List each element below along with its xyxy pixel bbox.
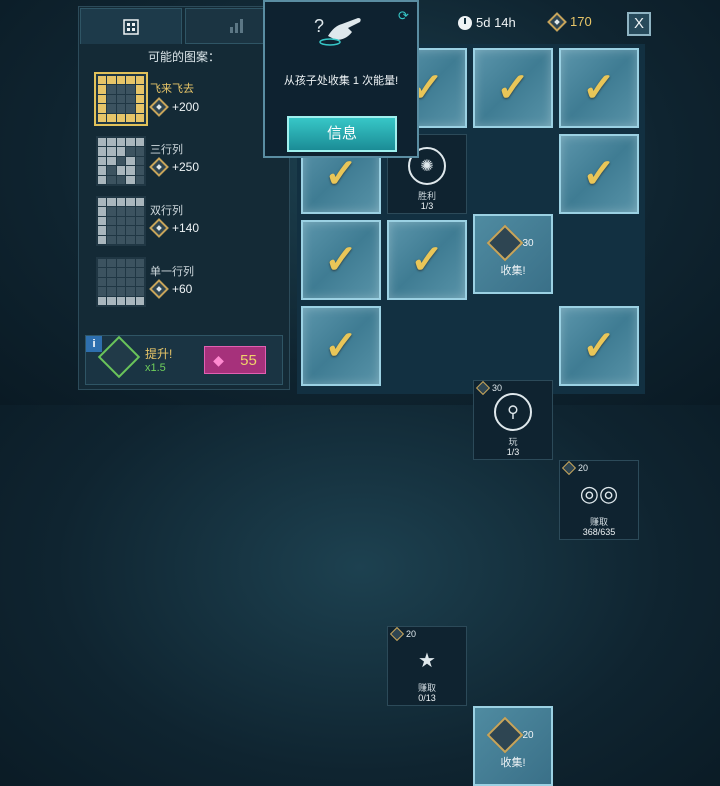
energy-diamond-icon (149, 279, 169, 299)
pattern-grid-one-row[interactable] (96, 257, 146, 307)
info-icon[interactable]: i (86, 336, 102, 352)
collect-label: 收集! (500, 265, 526, 277)
hand-tap-icon: ? (314, 16, 361, 46)
refresh-icon[interactable]: ⟳ (398, 8, 409, 24)
close-button[interactable]: X (627, 12, 651, 36)
patterns-title: 可能的图案： (147, 50, 220, 64)
pattern-grid-two-rows[interactable] (96, 196, 146, 246)
boost-title: 提升! (145, 347, 173, 361)
pattern-grid-three-rows[interactable] (96, 136, 146, 186)
pattern-reward: +140 (149, 218, 199, 238)
checkmark-icon: ✓ (324, 238, 358, 282)
svg-text:?: ? (314, 16, 324, 36)
collect-value: 30 (522, 237, 534, 249)
task-label: 胜利 (417, 191, 436, 201)
checkmark-icon: ✓ (582, 152, 616, 196)
board-cell-completed: ✓ (559, 134, 639, 214)
collect-value: 20 (522, 729, 534, 741)
play-machine-icon: ⚲ (494, 393, 532, 431)
pattern-reward: +250 (149, 157, 199, 177)
pattern-grid-fly[interactable] (94, 72, 148, 126)
pattern-name: 单一行列 (150, 266, 194, 278)
gem-boost-button[interactable]: ◆ 55 (204, 346, 266, 374)
task-progress: 1/3 (506, 447, 520, 457)
pattern-name: 双行列 (150, 205, 183, 217)
task-label: 赚取 (589, 517, 608, 527)
energy-diamond-icon (149, 157, 169, 177)
energy-diamond-icon (487, 224, 524, 262)
board-cell-completed: ✓ (301, 220, 381, 300)
board-cell-completed: ✓ (473, 48, 553, 128)
task-label: 赚取 (417, 683, 436, 693)
checkmark-icon: ✓ (324, 324, 358, 368)
pattern-reward: +60 (149, 279, 192, 299)
board-cell-completed: ✓ (559, 48, 639, 128)
board-cell-task[interactable]: 30 ⚲ 玩 1/3 (473, 380, 553, 460)
event-timer: 5d 14h (458, 15, 516, 30)
energy-diamond-icon (149, 97, 169, 117)
board-cell-task[interactable]: 20 ★ 赚取 0/13 (387, 626, 467, 706)
tab-patterns[interactable] (80, 8, 182, 44)
bar-chart-icon (229, 19, 243, 33)
clock-icon (458, 15, 472, 30)
board-cell-collect[interactable]: 30 收集! (473, 214, 553, 294)
pattern-name: 飞来飞去 (150, 83, 194, 95)
task-cost: 20 (561, 460, 588, 476)
board-cell-collect[interactable]: 20 收集! (473, 706, 553, 786)
task-label: 玩 (508, 437, 518, 447)
task-progress: 1/3 (420, 201, 434, 211)
board-cell-completed: ✓ (301, 306, 381, 386)
checkmark-icon: ✓ (582, 324, 616, 368)
board-cell-completed: ✓ (559, 306, 639, 386)
boost-multiplier: x1.5 (145, 362, 166, 374)
energy-diamond-icon (149, 218, 169, 238)
energy-diamond-icon (487, 716, 524, 754)
task-progress: 0/13 (418, 693, 436, 703)
board-cell-completed: ✓ (387, 220, 467, 300)
dice-pattern-icon (123, 18, 139, 35)
energy-counter: 170 (547, 11, 592, 32)
checkmark-icon: ✓ (410, 238, 444, 282)
collect-label: 收集! (500, 757, 526, 769)
task-cost: 20 (389, 626, 416, 642)
board-cell-task[interactable]: 20 ◎◎ 赚取 368/635 (559, 460, 639, 540)
task-cost: 30 (475, 380, 502, 396)
info-button[interactable]: 信息 (287, 116, 397, 152)
energy-diamond-icon (547, 11, 567, 32)
pattern-reward: +200 (149, 97, 199, 117)
coins-icon: ◎◎ (579, 481, 619, 506)
pattern-name: 三行列 (150, 144, 183, 156)
popup-text: 从孩子处收集 1 次能量! (283, 75, 399, 87)
star-wand-icon: ★ (418, 649, 436, 672)
gem-icon: ◆ (213, 351, 224, 368)
checkmark-icon: ✓ (582, 66, 616, 110)
checkmark-icon: ✓ (496, 66, 530, 110)
task-progress: 368/635 (582, 527, 616, 537)
